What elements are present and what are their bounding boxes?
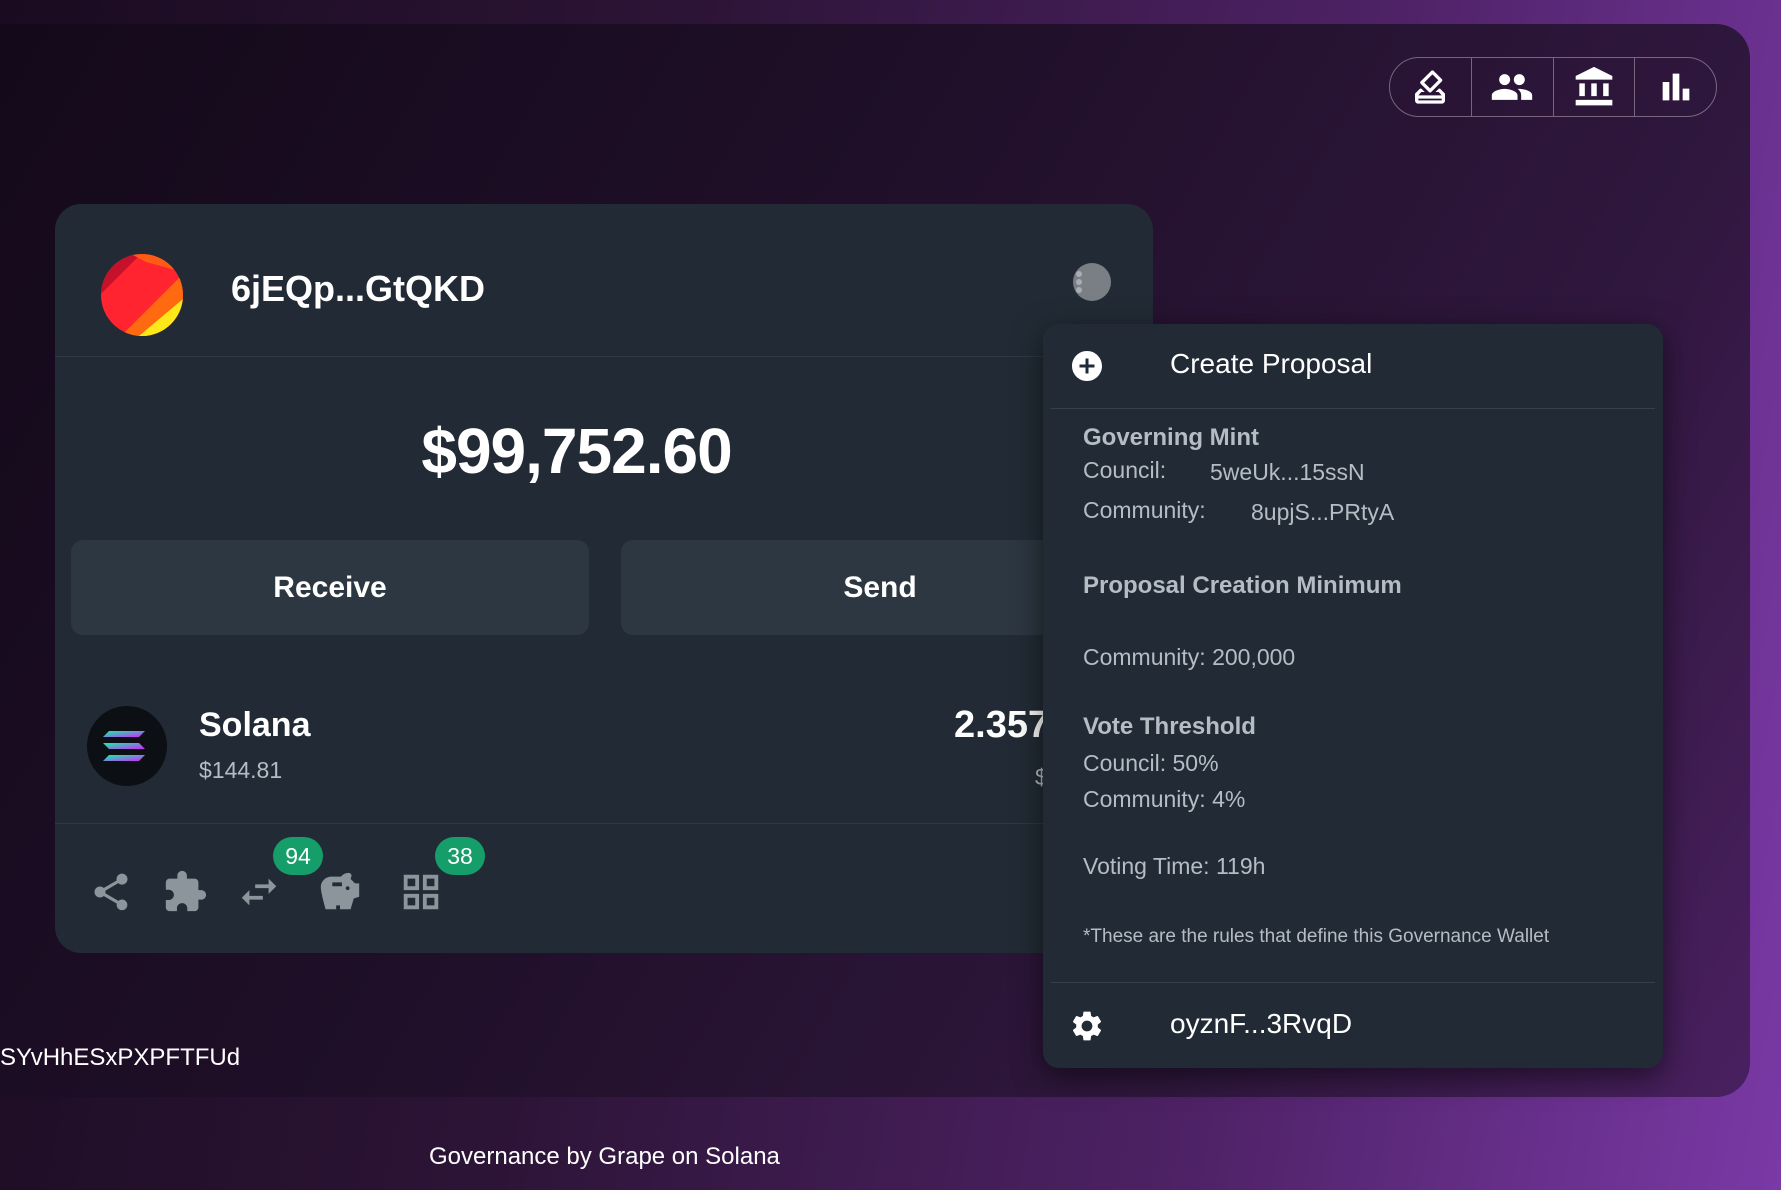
- wallet-name[interactable]: 6jEQp...GtQKD: [231, 268, 485, 310]
- receive-button[interactable]: Receive: [71, 540, 589, 635]
- ballot-icon: [1415, 70, 1446, 104]
- rules-note: *These are the rules that define this Go…: [1083, 926, 1550, 947]
- apps-button[interactable]: [398, 869, 444, 915]
- governing-mint-title: Governing Mint: [1083, 424, 1259, 451]
- divider: [1051, 982, 1655, 983]
- token-amount: 2.357: [954, 704, 1050, 746]
- treasury-icon: [1575, 66, 1613, 106]
- create-proposal-item[interactable]: Create Proposal: [1043, 324, 1663, 408]
- add-circle-icon: [1072, 351, 1102, 381]
- plugins-button[interactable]: [162, 869, 208, 915]
- wallet-balance: $99,752.60: [421, 415, 732, 487]
- divider: [55, 356, 1153, 357]
- wallet-card: 6jEQp...GtQKD $99,752.60 Receive Send So…: [55, 204, 1153, 953]
- governance-menu: Create Proposal Governing Mint Council: …: [1043, 324, 1663, 1068]
- council-label: Council:: [1083, 457, 1167, 483]
- footer-text: Governance by Grape on Solana: [429, 1143, 780, 1170]
- token-price: $144.81: [199, 757, 283, 783]
- members-icon: [1491, 74, 1533, 100]
- more-options-button[interactable]: [1073, 263, 1111, 301]
- community-label: Community:: [1083, 497, 1206, 523]
- stats-icon: [1662, 73, 1689, 101]
- swap-count-badge: 94: [273, 837, 323, 875]
- wallet-avatar: [101, 254, 183, 336]
- divider: [55, 823, 1153, 824]
- nav-proposals-button[interactable]: [1390, 58, 1472, 116]
- vote-threshold-community: Community: 4%: [1083, 786, 1246, 812]
- proposal-min-title: Proposal Creation Minimum: [1083, 572, 1402, 599]
- nav-members-button[interactable]: [1472, 58, 1554, 116]
- address-fragment: SYvHhESxPXPFTFUd: [0, 1044, 241, 1071]
- token-name[interactable]: Solana: [199, 706, 310, 745]
- solana-logo: [87, 706, 167, 786]
- puzzle-icon: [165, 870, 207, 912]
- settings-item[interactable]: oyznF...3RvqD: [1043, 984, 1663, 1068]
- staking-button[interactable]: [317, 869, 363, 915]
- nav-treasury-button[interactable]: [1554, 58, 1636, 116]
- swap-arrows-icon: [241, 878, 277, 906]
- top-nav: [1389, 57, 1717, 117]
- council-mint-value[interactable]: 5weUk...15ssN: [1210, 459, 1365, 486]
- settings-wallet-label: oyznF...3RvqD: [1170, 1008, 1353, 1039]
- share-icon: [94, 873, 128, 911]
- grid-icon: [403, 874, 439, 910]
- divider: [1051, 408, 1655, 409]
- vote-threshold-title: Vote Threshold: [1083, 713, 1256, 740]
- community-mint-value[interactable]: 8upjS...PRtyA: [1251, 499, 1394, 526]
- swap-button[interactable]: [236, 869, 282, 915]
- nav-stats-button[interactable]: [1635, 58, 1716, 116]
- gear-icon: [1072, 1011, 1102, 1041]
- create-proposal-label: Create Proposal: [1170, 348, 1373, 379]
- piggy-bank-icon: [320, 872, 360, 910]
- vote-threshold-council: Council: 50%: [1083, 750, 1219, 776]
- proposal-min-community: Community: 200,000: [1083, 644, 1296, 670]
- share-button[interactable]: [88, 869, 134, 915]
- voting-time: Voting Time: 119h: [1083, 853, 1266, 879]
- apps-count-badge: 38: [435, 837, 485, 875]
